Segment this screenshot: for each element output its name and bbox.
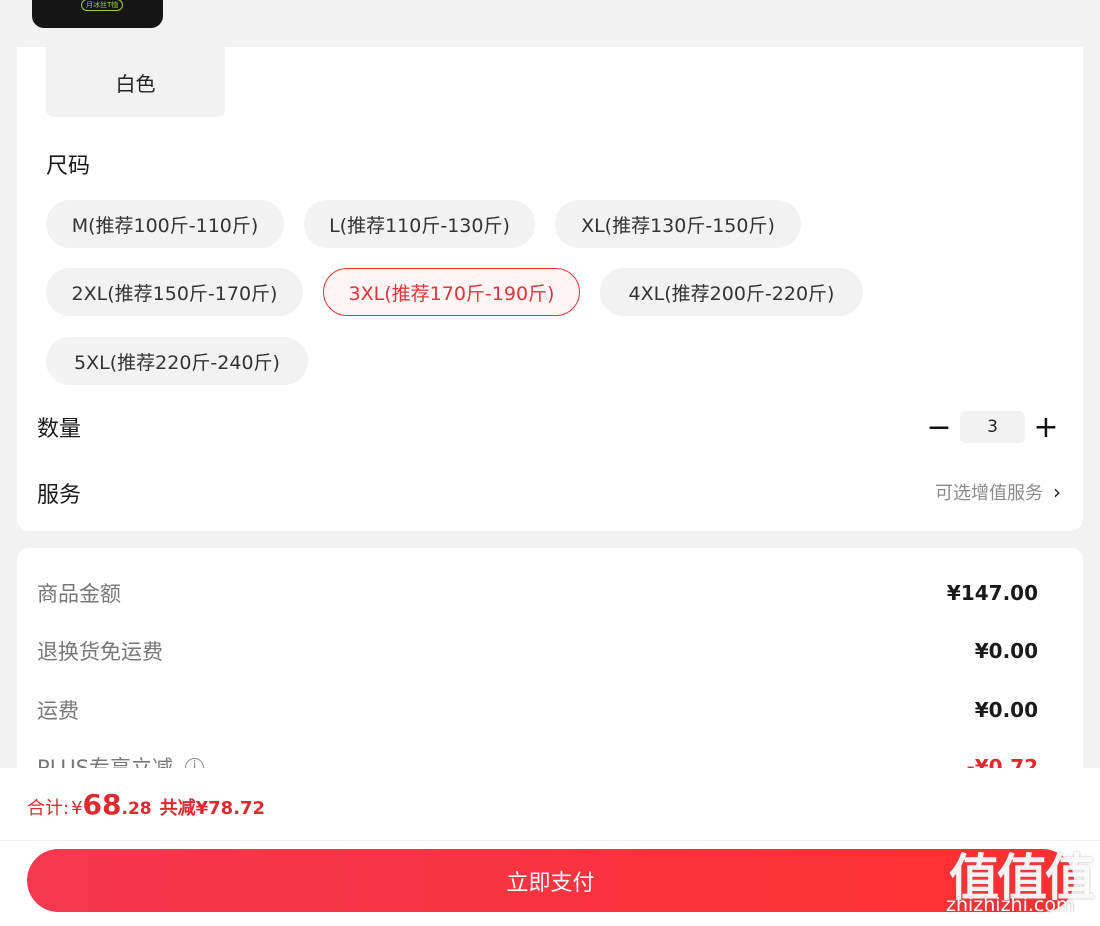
sku-selection-card: 白色 尺码 M(推荐100斤-110斤) L(推荐110斤-130斤) XL(推…	[17, 47, 1083, 531]
size-option-l[interactable]: L(推荐110斤-130斤)	[304, 200, 535, 248]
size-option-2xl[interactable]: 2XL(推荐150斤-170斤)	[46, 268, 303, 316]
minus-icon[interactable]: −	[924, 410, 954, 445]
checkout-bar: 合计: ¥ 68 .28 共减¥78.72 立即支付	[0, 768, 1100, 926]
size-option-5xl[interactable]: 5XL(推荐220斤-240斤)	[46, 337, 308, 385]
total-amount-integer: 68	[82, 788, 122, 821]
site-watermark: 值值值 zhizhizhi.com	[946, 838, 1096, 922]
pay-now-button[interactable]: 立即支付	[27, 849, 1074, 912]
size-option-xl[interactable]: XL(推荐130斤-150斤)	[555, 200, 801, 248]
divider	[0, 840, 1100, 841]
quantity-stepper: − 3 +	[924, 410, 1061, 445]
currency-symbol: ¥	[71, 798, 83, 819]
price-label: 商品金额	[37, 582, 121, 606]
thumbnail-tag: 月冰丝T恤	[81, 0, 124, 11]
watermark-url: zhizhizhi.com	[946, 894, 1075, 916]
price-row-shipping: 运费 ¥0.00	[37, 695, 1038, 725]
size-option-4xl[interactable]: 4XL(推荐200斤-220斤)	[600, 268, 863, 316]
order-total: 合计: ¥ 68 .28 共减¥78.72	[27, 788, 265, 821]
price-label: 退换货免运费	[37, 640, 163, 664]
total-savings: 共减¥78.72	[159, 798, 266, 819]
quantity-input[interactable]: 3	[960, 411, 1025, 443]
size-option-3xl-selected[interactable]: 3XL(推荐170斤-190斤)	[323, 268, 580, 316]
service-label: 服务	[37, 483, 82, 508]
size-section-label: 尺码	[46, 154, 91, 179]
service-link-text: 可选增值服务	[935, 483, 1043, 504]
price-row-goods: 商品金额 ¥147.00	[37, 578, 1038, 608]
price-value: ¥0.00	[974, 639, 1038, 663]
size-option-m[interactable]: M(推荐100斤-110斤)	[46, 200, 284, 248]
price-value: ¥0.00	[974, 698, 1038, 722]
service-options-link[interactable]: 可选增值服务 ›	[935, 479, 1061, 505]
quantity-label: 数量	[37, 417, 82, 442]
price-row-return-shipping: 退换货免运费 ¥0.00	[37, 636, 1038, 666]
product-thumbnail[interactable]: 月冰丝T恤	[32, 0, 163, 28]
price-label: 运费	[37, 699, 79, 723]
chevron-right-icon: ›	[1053, 480, 1061, 504]
color-option-white[interactable]: 白色	[46, 47, 225, 117]
price-value: ¥147.00	[946, 581, 1038, 605]
total-amount-decimal: .28	[121, 799, 152, 819]
plus-icon[interactable]: +	[1031, 410, 1061, 445]
total-label: 合计:	[27, 798, 70, 819]
